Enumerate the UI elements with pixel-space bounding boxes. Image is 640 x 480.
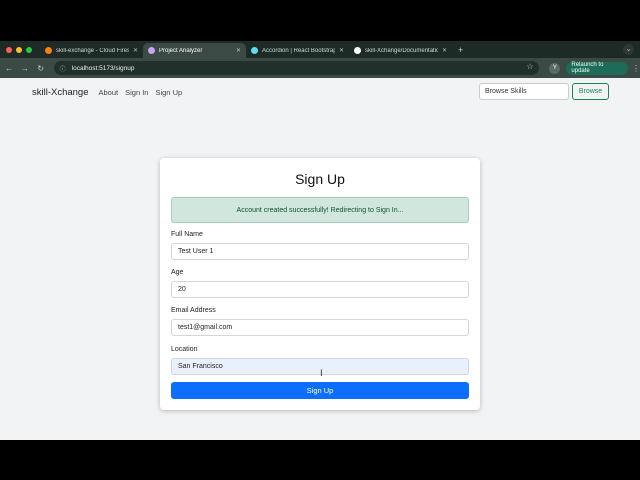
tab-title: skill-Xchange/Documentation xyxy=(365,47,438,54)
browser-tab-active[interactable]: Project Analyzer ✕ xyxy=(143,43,246,58)
skills-search-input[interactable]: Browse Skills xyxy=(479,83,569,100)
success-alert: Account created successfully! Redirectin… xyxy=(171,197,469,223)
tab-search-icon[interactable]: ⌄ xyxy=(623,44,634,55)
age-label: Age xyxy=(171,269,184,276)
project-icon xyxy=(148,47,155,54)
email-input[interactable]: test1@gmail.com xyxy=(171,319,469,336)
back-icon[interactable]: ← xyxy=(2,64,16,73)
reload-icon[interactable]: ↻ xyxy=(34,64,48,73)
browse-button[interactable]: Browse xyxy=(572,83,609,100)
close-window-button[interactable] xyxy=(6,46,12,53)
site-navbar: skill-Xchange About Sign In Sign Up Brow… xyxy=(0,78,640,106)
forward-icon[interactable]: → xyxy=(18,64,32,73)
more-menu-icon[interactable]: ⋮ xyxy=(632,64,640,73)
maximize-window-button[interactable] xyxy=(26,46,32,53)
url-text: localhost:5173/signup xyxy=(71,64,135,72)
sign-up-button[interactable]: Sign Up xyxy=(171,382,469,399)
browser-tab-bar: skill-exchange - Cloud Firesto ✕ Project… xyxy=(0,41,640,58)
profile-avatar[interactable]: Y xyxy=(549,62,561,74)
close-tab-icon[interactable]: ✕ xyxy=(133,47,138,54)
email-label: Email Address xyxy=(171,307,216,314)
full-name-label: Full Name xyxy=(171,231,203,238)
minimize-window-button[interactable] xyxy=(16,46,22,53)
firebase-icon xyxy=(45,47,52,54)
close-tab-icon[interactable]: ✕ xyxy=(236,47,241,54)
github-icon xyxy=(354,47,361,54)
brand-logo[interactable]: skill-Xchange xyxy=(32,87,89,98)
tab-title: Project Analyzer xyxy=(159,47,203,54)
bookmark-star-icon[interactable]: ☆ xyxy=(526,62,533,71)
close-tab-icon[interactable]: ✕ xyxy=(339,47,344,54)
window-controls xyxy=(6,46,32,53)
react-icon xyxy=(251,47,258,54)
browser-toolbar: ← → ↻ ⓘ localhost:5173/signup ☆ Y Relaun… xyxy=(0,58,640,78)
relaunch-button[interactable]: Relaunch to update xyxy=(566,61,628,75)
url-bar[interactable]: ⓘ localhost:5173/signup ☆ xyxy=(53,61,540,75)
age-input[interactable]: 20 xyxy=(171,281,469,298)
form-title: Sign Up xyxy=(295,171,345,187)
browser-tab[interactable]: skill-exchange - Cloud Firesto ✕ xyxy=(40,43,143,58)
page-content: skill-Xchange About Sign In Sign Up Brow… xyxy=(0,78,640,440)
close-tab-icon[interactable]: ✕ xyxy=(442,47,447,54)
nav-link-about[interactable]: About xyxy=(99,88,119,97)
full-name-input[interactable]: Test User 1 xyxy=(171,243,469,260)
nav-link-sign-up[interactable]: Sign Up xyxy=(155,88,182,97)
location-label: Location xyxy=(171,346,198,353)
tab-title: Accordion | React Bootstrap xyxy=(262,47,335,54)
browser-tab[interactable]: Accordion | React Bootstrap ✕ xyxy=(246,43,349,58)
new-tab-icon[interactable]: + xyxy=(458,45,463,55)
site-info-icon[interactable]: ⓘ xyxy=(60,64,66,73)
nav-link-sign-in[interactable]: Sign In xyxy=(125,88,148,97)
tab-title: skill-exchange - Cloud Firesto xyxy=(56,47,129,54)
text-cursor-icon: I xyxy=(320,369,323,379)
browser-tab[interactable]: skill-Xchange/Documentation ✕ xyxy=(349,43,452,58)
